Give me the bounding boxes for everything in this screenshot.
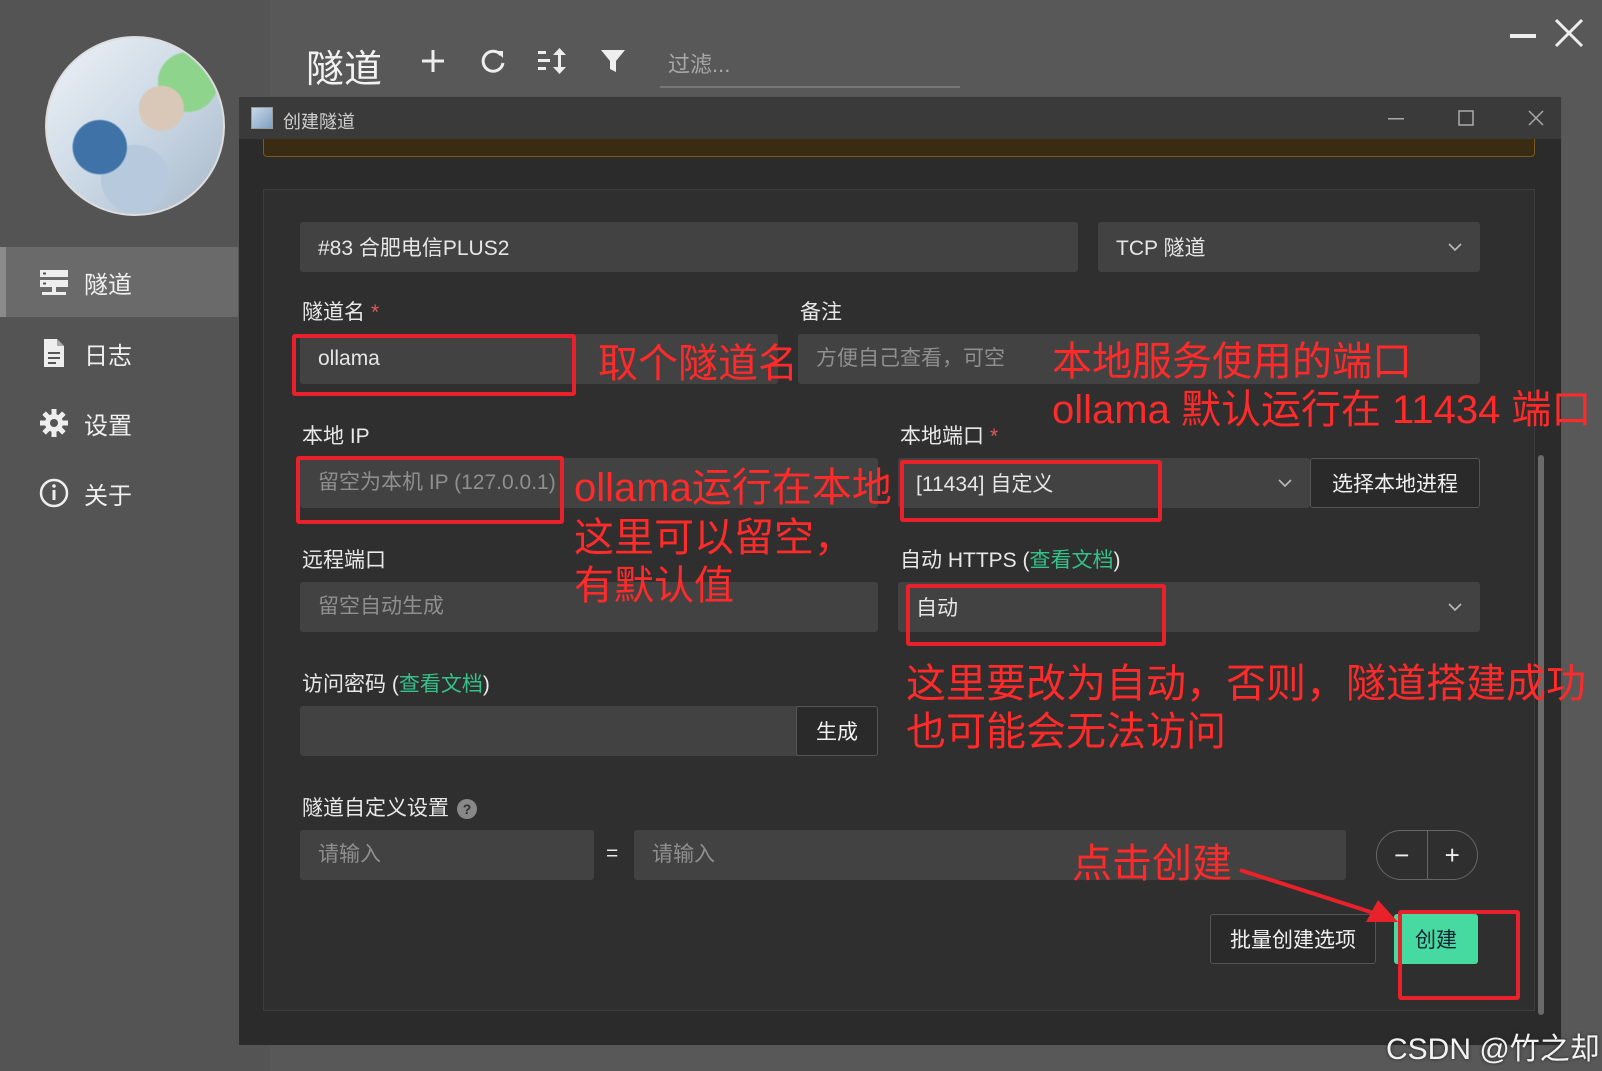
- access-password-docs-link[interactable]: 查看文档: [399, 673, 483, 696]
- info-icon: [38, 477, 70, 509]
- local-port-label: 本地端口 *: [900, 425, 999, 448]
- tunnel-type-value: TCP 隧道: [1116, 237, 1206, 260]
- dialog-title: 创建隧道: [283, 112, 355, 132]
- scrollbar[interactable]: [1538, 455, 1544, 1015]
- app-icon: [251, 107, 273, 129]
- sidebar-item-label: 隧道: [84, 271, 132, 299]
- add-icon[interactable]: [416, 44, 450, 78]
- avatar[interactable]: [45, 36, 225, 216]
- sidebar-item-settings[interactable]: 设置: [0, 388, 238, 458]
- annotation-ip-note-3: 有默认值: [574, 564, 734, 608]
- choose-local-process-button[interactable]: 选择本地进程: [1310, 458, 1480, 508]
- server-icon: [38, 266, 70, 298]
- dialog-close-button[interactable]: [1521, 105, 1551, 131]
- custom-key-input[interactable]: [300, 830, 594, 880]
- help-icon[interactable]: ?: [457, 799, 477, 820]
- tunnel-name-label: 隧道名 *: [302, 301, 380, 324]
- refresh-icon[interactable]: [476, 44, 510, 78]
- sidebar-item-tunnels[interactable]: 隧道: [0, 247, 238, 317]
- window-close-button[interactable]: [1552, 16, 1586, 50]
- auto-https-label: 自动 HTTPS (查看文档): [900, 549, 1121, 572]
- sidebar-item-label: 设置: [84, 412, 132, 440]
- annotation-ip-note-2: 这里可以留空，: [574, 516, 854, 560]
- filter-icon[interactable]: [596, 44, 630, 78]
- page-title: 隧道: [306, 49, 383, 91]
- sidebar-item-label: 日志: [84, 342, 132, 370]
- annotation-create-note: 点击创建: [1072, 842, 1232, 886]
- auto-https-docs-link[interactable]: 查看文档: [1030, 549, 1114, 572]
- node-select[interactable]: #83 合肥电信PLUS2: [300, 222, 1078, 272]
- access-password-input[interactable]: [300, 706, 804, 756]
- annotation-port-note-2: ollama 默认运行在 11434 端口: [1052, 388, 1592, 432]
- annotation-box-local-port: [900, 460, 1162, 522]
- sidebar: 隧道 日志 设置 关于: [0, 0, 270, 1071]
- dialog-titlebar: 创建隧道: [239, 97, 1561, 139]
- watermark: CSDN @竹之却: [1386, 1033, 1600, 1066]
- chevron-down-icon: [1278, 479, 1292, 488]
- chevron-down-icon: [1448, 243, 1462, 252]
- annotation-ip-note-1: ollama运行在本地: [574, 466, 892, 510]
- equals-sign: =: [606, 842, 619, 865]
- annotation-box-local-ip: [296, 456, 564, 524]
- sidebar-item-logs[interactable]: 日志: [0, 318, 238, 388]
- custom-settings-label: 隧道自定义设置?: [302, 792, 477, 822]
- remark-label: 备注: [800, 301, 842, 324]
- annotation-box-tunnel-name: [292, 334, 576, 396]
- tunnel-type-select[interactable]: TCP 隧道: [1098, 222, 1480, 272]
- close-icon: [1554, 18, 1584, 48]
- chevron-down-icon: [1448, 603, 1462, 612]
- local-ip-label: 本地 IP: [302, 425, 370, 448]
- annotation-port-note-1: 本地服务使用的端口: [1052, 340, 1412, 384]
- sidebar-item-label: 关于: [84, 482, 132, 510]
- remote-port-label: 远程端口: [302, 549, 386, 572]
- annotation-box-auto-https: [906, 584, 1166, 646]
- node-select-value: #83 合肥电信PLUS2: [318, 237, 510, 260]
- dialog-minimize-button[interactable]: [1381, 105, 1411, 131]
- warning-banner: [263, 139, 1535, 157]
- window-minimize-button[interactable]: [1510, 34, 1536, 38]
- filter-input[interactable]: [660, 44, 960, 88]
- generate-password-button[interactable]: 生成: [796, 706, 878, 756]
- document-icon: [38, 337, 70, 369]
- add-setting-button[interactable]: +: [1428, 831, 1478, 879]
- sort-icon[interactable]: [535, 44, 569, 78]
- annotation-box-create: [1398, 910, 1520, 1000]
- annotation-https-note-1: 这里要改为自动，否则，隧道搭建成功: [906, 662, 1586, 706]
- gear-icon: [38, 407, 70, 439]
- arrow-icon: [1239, 868, 1398, 922]
- annotation-name-note: 取个隧道名: [598, 342, 798, 386]
- sidebar-item-about[interactable]: 关于: [0, 458, 238, 528]
- dialog-maximize-button[interactable]: [1451, 105, 1481, 131]
- access-password-label: 访问密码 (查看文档): [302, 673, 490, 696]
- close-icon: [1528, 110, 1544, 126]
- annotation-https-note-2: 也可能会无法访问: [906, 710, 1226, 754]
